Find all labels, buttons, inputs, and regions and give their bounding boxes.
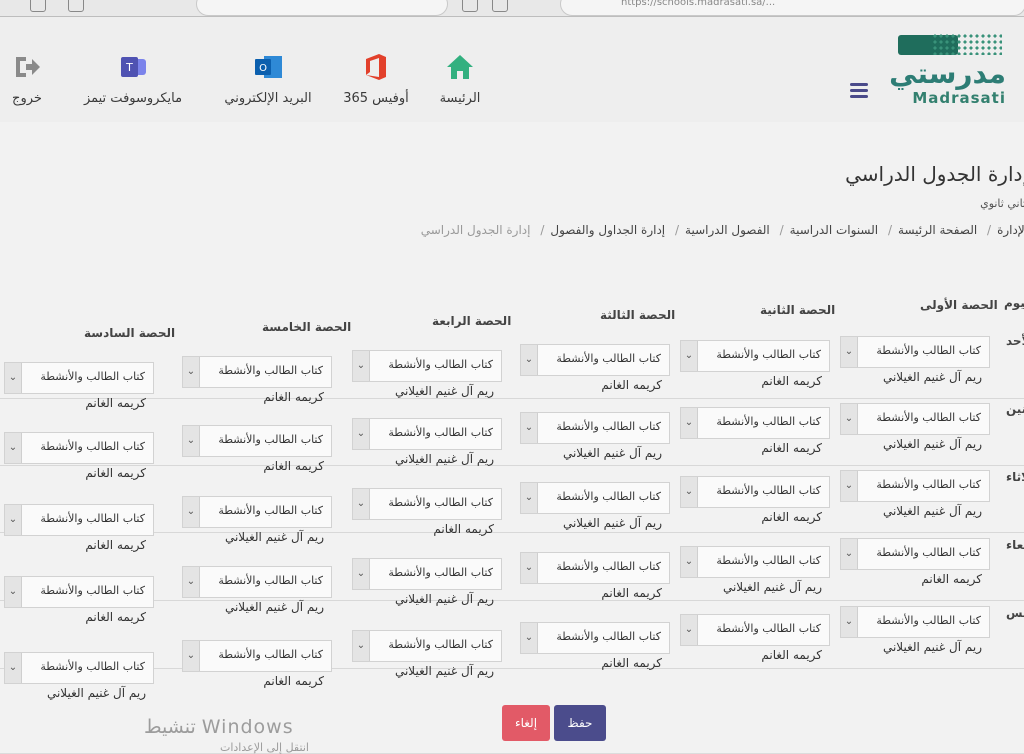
browser-icon[interactable]: [30, 0, 46, 12]
address-text: https://schools.madrasati.sa/...: [621, 0, 776, 8]
search-box[interactable]: [196, 0, 448, 16]
breadcrumb-item[interactable]: الصفحة الرئيسة: [898, 223, 977, 237]
nav-home[interactable]: الرئيسة: [432, 53, 488, 106]
svg-text:T: T: [125, 61, 133, 74]
browser-icon[interactable]: [492, 0, 508, 12]
nav-email[interactable]: O البريد الإلكتروني: [214, 53, 322, 106]
breadcrumb-item[interactable]: إدارة الجداول والفصول: [550, 223, 665, 237]
nav-teams[interactable]: T مايكروسوفت تيمز: [72, 53, 194, 106]
windows-activation-hint: انتقل إلى الإعدادات: [220, 741, 309, 754]
nav-label: البريد الإلكتروني: [224, 91, 312, 106]
svg-text:O: O: [259, 63, 267, 74]
site-header: مدرستي Madrasati الرئيسة أوفيس 365 O الب…: [0, 17, 1024, 122]
breadcrumb-item[interactable]: السنوات الدراسية: [790, 223, 879, 237]
breadcrumb-current: إدارة الجدول الدراسي: [420, 223, 531, 237]
breadcrumb: الإدارة/ الصفحة الرئيسة/ السنوات الدراسي…: [421, 223, 1024, 237]
page-subtitle: ثاني ثانوي: [980, 197, 1024, 210]
windows-activation-watermark: تنشيط Windows: [144, 716, 294, 738]
browser-toolbar: https://schools.madrasati.sa/...: [0, 0, 1024, 17]
browser-icon[interactable]: [68, 0, 84, 12]
nav-office365[interactable]: أوفيس 365: [338, 53, 414, 106]
home-icon: [447, 55, 473, 79]
teams-icon: T: [121, 57, 146, 77]
breadcrumb-item[interactable]: الفصول الدراسية: [685, 223, 770, 237]
nav-label: مايكروسوفت تيمز: [83, 91, 183, 106]
address-bar[interactable]: https://schools.madrasati.sa/...: [560, 0, 1024, 16]
page-title: إدارة الجدول الدراسي: [845, 162, 1024, 186]
breadcrumb-item[interactable]: الإدارة: [997, 223, 1024, 237]
nav-logout[interactable]: خروج: [6, 53, 48, 106]
main-content: إدارة الجدول الدراسي ثاني ثانوي الإدارة/…: [0, 122, 1024, 753]
save-button[interactable]: حفظ: [554, 705, 606, 741]
logo-english: Madrasati: [912, 89, 1006, 107]
outlook-icon: O: [255, 56, 282, 78]
menu-icon[interactable]: [850, 83, 868, 98]
star-icon[interactable]: [462, 0, 478, 12]
nav-label: أوفيس 365: [343, 91, 409, 106]
logout-icon: [16, 57, 40, 77]
madrasati-logo[interactable]: مدرستي Madrasati: [880, 29, 1010, 107]
nav-label: خروج: [12, 91, 42, 106]
nav-label: الرئيسة: [439, 91, 481, 106]
cancel-button[interactable]: إلغاء: [502, 705, 550, 741]
logo-arabic: مدرستي: [889, 57, 1006, 90]
office365-icon: [366, 54, 386, 80]
